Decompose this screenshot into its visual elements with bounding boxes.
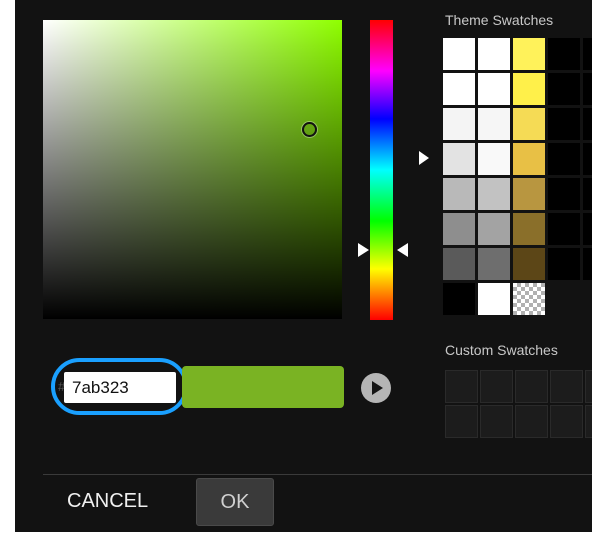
custom-swatch-slot[interactable] bbox=[550, 370, 583, 403]
theme-swatches-grid bbox=[443, 38, 592, 315]
theme-swatch[interactable] bbox=[548, 248, 580, 280]
theme-swatch[interactable] bbox=[478, 248, 510, 280]
theme-swatch[interactable] bbox=[548, 178, 580, 210]
transparent-swatch[interactable] bbox=[513, 283, 545, 315]
theme-swatch[interactable] bbox=[548, 38, 580, 70]
theme-swatch[interactable] bbox=[513, 248, 545, 280]
theme-swatch[interactable] bbox=[443, 213, 475, 245]
theme-swatch[interactable] bbox=[478, 283, 510, 315]
hue-slider-handle-left[interactable] bbox=[358, 243, 369, 257]
theme-swatch[interactable] bbox=[513, 108, 545, 140]
theme-swatch[interactable] bbox=[443, 178, 475, 210]
theme-swatch[interactable] bbox=[478, 213, 510, 245]
theme-swatch[interactable] bbox=[513, 143, 545, 175]
footer-divider bbox=[43, 474, 592, 475]
custom-swatch-slot[interactable] bbox=[480, 405, 513, 438]
cancel-button[interactable]: CANCEL bbox=[61, 484, 171, 518]
theme-swatch[interactable] bbox=[583, 178, 592, 210]
saturation-value-square[interactable] bbox=[43, 20, 342, 319]
custom-swatch-slot[interactable] bbox=[445, 370, 478, 403]
color-picker-dialog: Theme Swatches Custom Swatches # CANCEL … bbox=[15, 0, 592, 532]
theme-swatch[interactable] bbox=[478, 38, 510, 70]
hue-slider-handle-right[interactable] bbox=[397, 243, 408, 257]
theme-swatch[interactable] bbox=[513, 178, 545, 210]
theme-swatch[interactable] bbox=[548, 108, 580, 140]
theme-swatch[interactable] bbox=[583, 38, 592, 70]
custom-swatch-slot[interactable] bbox=[480, 370, 513, 403]
custom-swatches-label: Custom Swatches bbox=[445, 342, 558, 358]
theme-swatch[interactable] bbox=[443, 73, 475, 105]
theme-swatch[interactable] bbox=[583, 108, 592, 140]
theme-swatch[interactable] bbox=[478, 178, 510, 210]
theme-swatch[interactable] bbox=[478, 143, 510, 175]
add-to-custom-swatches-button[interactable] bbox=[361, 373, 391, 403]
theme-swatch[interactable] bbox=[513, 73, 545, 105]
theme-swatch[interactable] bbox=[548, 143, 580, 175]
theme-swatch[interactable] bbox=[478, 108, 510, 140]
custom-swatch-slot[interactable] bbox=[445, 405, 478, 438]
custom-swatch-slot[interactable] bbox=[515, 405, 548, 438]
custom-swatch-slot[interactable] bbox=[585, 370, 592, 403]
custom-swatch-slot[interactable] bbox=[585, 405, 592, 438]
ok-button[interactable]: OK bbox=[196, 478, 274, 526]
custom-swatches-grid bbox=[445, 370, 592, 438]
hue-slider[interactable] bbox=[370, 20, 393, 320]
theme-swatch[interactable] bbox=[478, 73, 510, 105]
theme-swatch[interactable] bbox=[443, 248, 475, 280]
theme-swatches-label: Theme Swatches bbox=[445, 12, 554, 28]
theme-swatch[interactable] bbox=[443, 143, 475, 175]
theme-swatch[interactable] bbox=[443, 283, 475, 315]
theme-swatch[interactable] bbox=[548, 213, 580, 245]
color-preview-bar bbox=[182, 366, 344, 408]
sv-picker-cursor[interactable] bbox=[302, 122, 317, 137]
custom-swatch-slot[interactable] bbox=[515, 370, 548, 403]
hex-color-input[interactable] bbox=[64, 372, 176, 403]
play-icon bbox=[372, 381, 383, 395]
theme-swatch[interactable] bbox=[513, 38, 545, 70]
theme-swatch[interactable] bbox=[443, 108, 475, 140]
theme-swatch[interactable] bbox=[583, 143, 592, 175]
theme-swatches-arrow-icon bbox=[419, 151, 429, 165]
theme-swatch[interactable] bbox=[583, 213, 592, 245]
theme-swatch[interactable] bbox=[583, 73, 592, 105]
theme-swatch[interactable] bbox=[443, 38, 475, 70]
theme-swatch[interactable] bbox=[548, 73, 580, 105]
theme-swatch[interactable] bbox=[583, 248, 592, 280]
custom-swatch-slot[interactable] bbox=[550, 405, 583, 438]
theme-swatch[interactable] bbox=[513, 213, 545, 245]
